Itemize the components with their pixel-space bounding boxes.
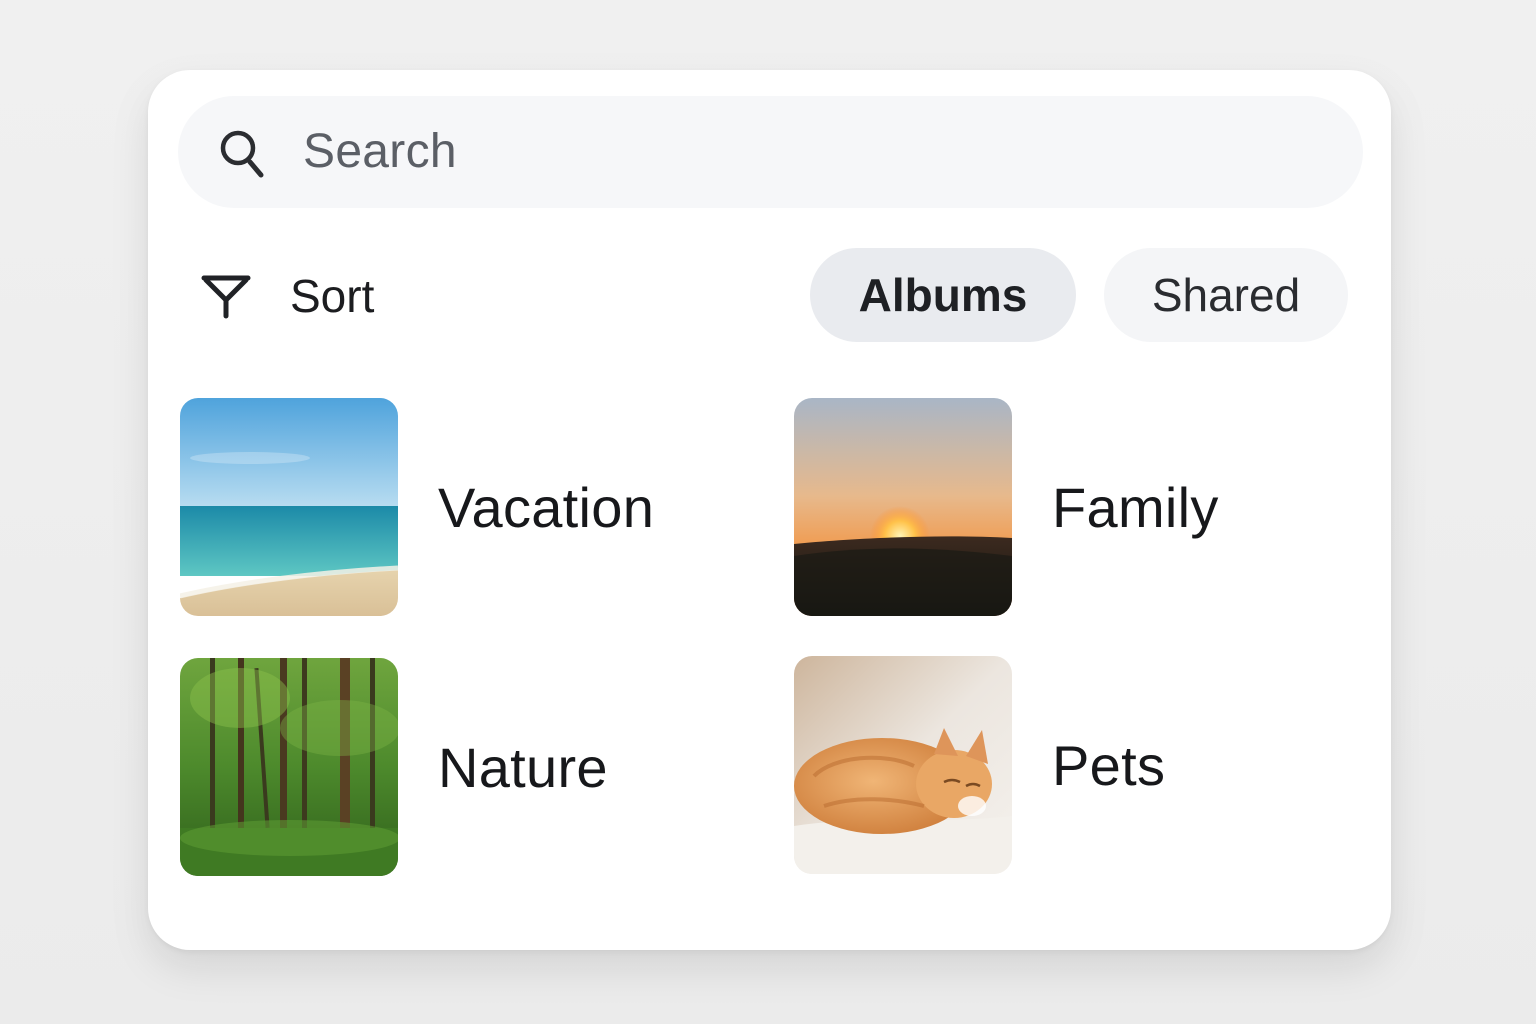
album-item-pets[interactable]: Pets (794, 656, 1165, 874)
beach-photo (180, 398, 398, 616)
album-thumbnail-family (794, 398, 1012, 616)
forest-photo (180, 658, 398, 876)
shared-chip[interactable]: Shared (1104, 248, 1348, 342)
shared-chip-label: Shared (1151, 269, 1301, 321)
search-bar[interactable]: Search (178, 96, 1363, 208)
album-thumbnail-nature (180, 658, 398, 876)
sunset-photo (794, 398, 1012, 616)
search-input[interactable]: Search (303, 96, 457, 208)
albums-chip-label: Albums (858, 269, 1028, 321)
album-label-vacation: Vacation (438, 475, 655, 539)
album-thumbnail-vacation (180, 398, 398, 616)
album-item-vacation[interactable]: Vacation (180, 398, 654, 616)
albums-chip[interactable]: Albums (810, 248, 1076, 342)
albums-panel: Search Sort Albums Shared Vacation Famil… (148, 70, 1391, 950)
cat-photo (794, 656, 1012, 874)
album-thumbnail-pets (794, 656, 1012, 874)
sort-button[interactable]: Sort (200, 266, 374, 326)
sort-label: Sort (290, 270, 375, 322)
album-label-nature: Nature (438, 735, 608, 799)
search-icon (220, 130, 264, 178)
album-item-nature[interactable]: Nature (180, 658, 608, 876)
album-label-pets: Pets (1052, 733, 1166, 797)
album-label-family: Family (1052, 475, 1219, 539)
album-item-family[interactable]: Family (794, 398, 1219, 616)
filter-icon (201, 275, 251, 319)
